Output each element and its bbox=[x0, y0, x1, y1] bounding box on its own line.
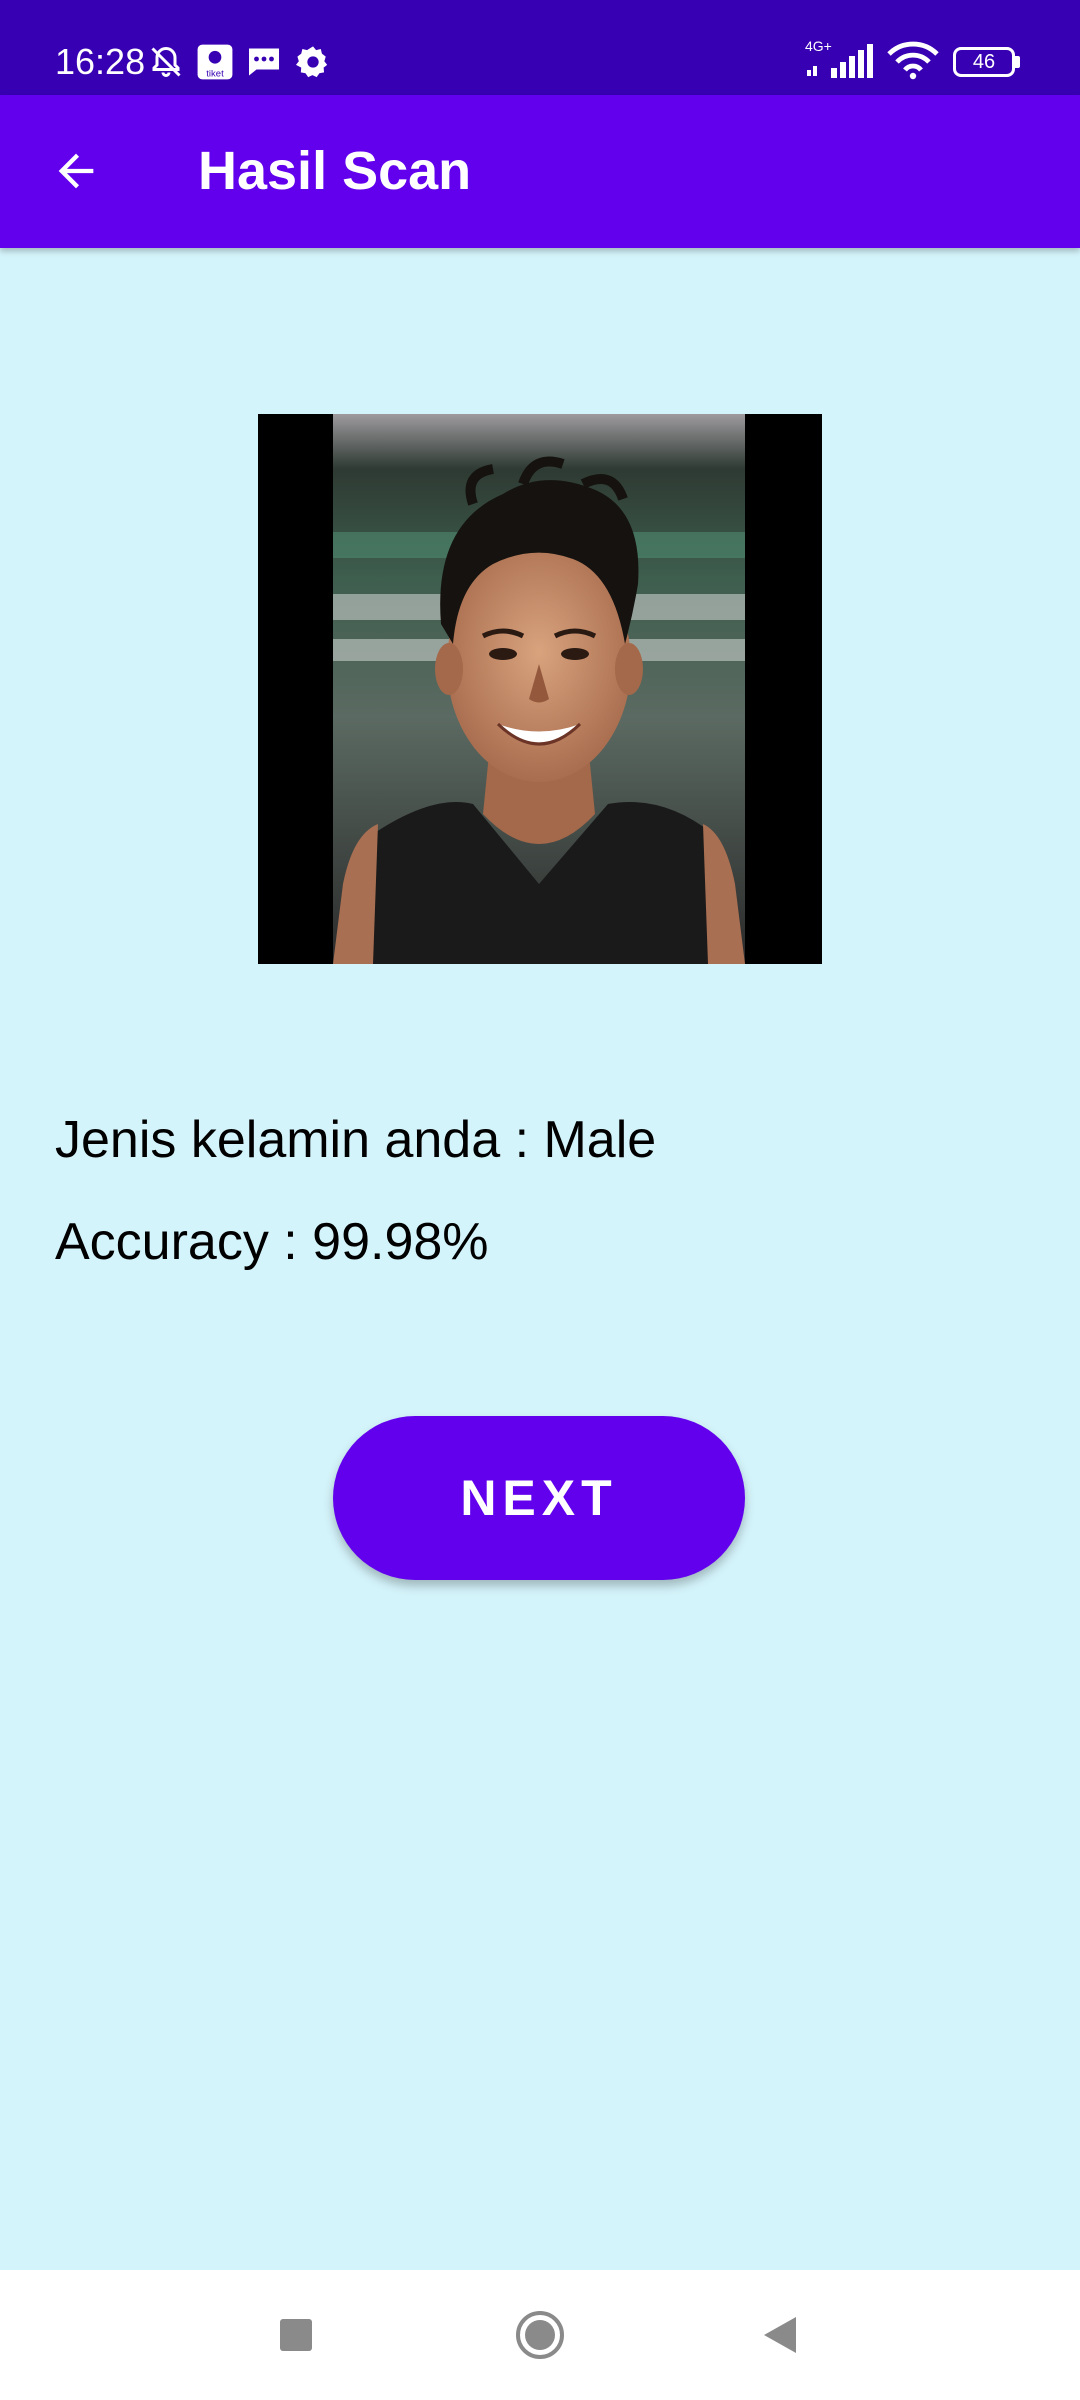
app-bar: Hasil Scan bbox=[0, 95, 1080, 248]
status-right-group: 4G+ 46 bbox=[805, 38, 1020, 85]
next-button[interactable]: NEXT bbox=[333, 1416, 745, 1580]
battery-level: 46 bbox=[953, 47, 1015, 77]
back-button[interactable] bbox=[36, 131, 116, 211]
network-type: 4G+ bbox=[805, 38, 832, 54]
recents-square-icon bbox=[280, 2319, 312, 2351]
message-icon bbox=[246, 40, 282, 84]
status-time: 16:28 bbox=[55, 41, 146, 82]
home-button[interactable] bbox=[480, 2270, 600, 2400]
signal-icon: 4G+ bbox=[805, 38, 873, 80]
battery-icon: 46 bbox=[953, 47, 1020, 77]
arrow-left-icon bbox=[58, 153, 94, 189]
accuracy-result: Accuracy : 99.98% bbox=[55, 1213, 489, 1271]
settings-gear-icon bbox=[296, 40, 330, 84]
recents-button[interactable] bbox=[236, 2270, 356, 2400]
status-bar: 16:28 tiket 4G+ 46 bbox=[0, 0, 1080, 95]
page-title: Hasil Scan bbox=[198, 141, 472, 201]
wifi-icon bbox=[887, 40, 939, 85]
back-triangle-icon bbox=[764, 2317, 796, 2353]
back-nav-button[interactable] bbox=[720, 2270, 840, 2400]
gender-result: Jenis kelamin anda : Male bbox=[55, 1111, 657, 1169]
tiket-app-icon: tiket bbox=[196, 40, 234, 84]
home-circle-icon bbox=[516, 2311, 564, 2359]
face-photo bbox=[333, 414, 745, 964]
scanned-photo bbox=[258, 414, 822, 964]
navigation-bar bbox=[0, 2270, 1080, 2400]
tiket-icon-label: tiket bbox=[206, 68, 224, 79]
bell-off-icon bbox=[148, 40, 184, 84]
